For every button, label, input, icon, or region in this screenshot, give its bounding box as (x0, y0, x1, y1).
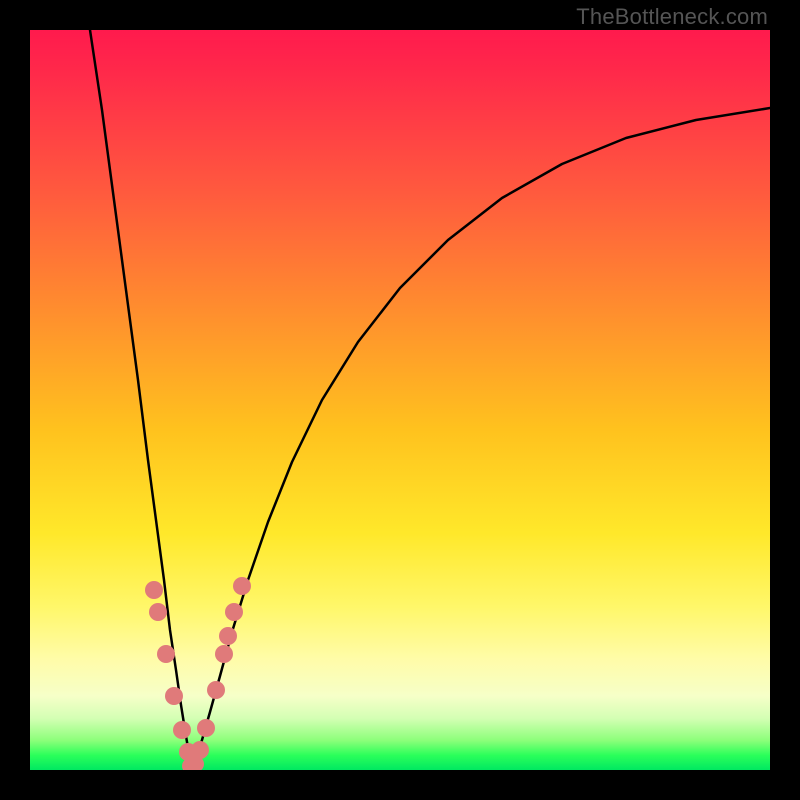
data-marker (149, 603, 167, 621)
data-marker (165, 687, 183, 705)
data-marker (145, 581, 163, 599)
site-watermark: TheBottleneck.com (576, 4, 768, 30)
plot-area (30, 30, 770, 770)
chart-frame: TheBottleneck.com (0, 0, 800, 800)
data-marker (207, 681, 225, 699)
data-marker (233, 577, 251, 595)
curve-layer (90, 30, 770, 768)
curve-segment (192, 108, 770, 768)
marker-layer (145, 577, 251, 770)
data-marker (191, 741, 209, 759)
data-marker (225, 603, 243, 621)
chart-svg (30, 30, 770, 770)
data-marker (197, 719, 215, 737)
data-marker (157, 645, 175, 663)
data-marker (173, 721, 191, 739)
data-marker (219, 627, 237, 645)
data-marker (215, 645, 233, 663)
curve-segment (90, 30, 192, 768)
